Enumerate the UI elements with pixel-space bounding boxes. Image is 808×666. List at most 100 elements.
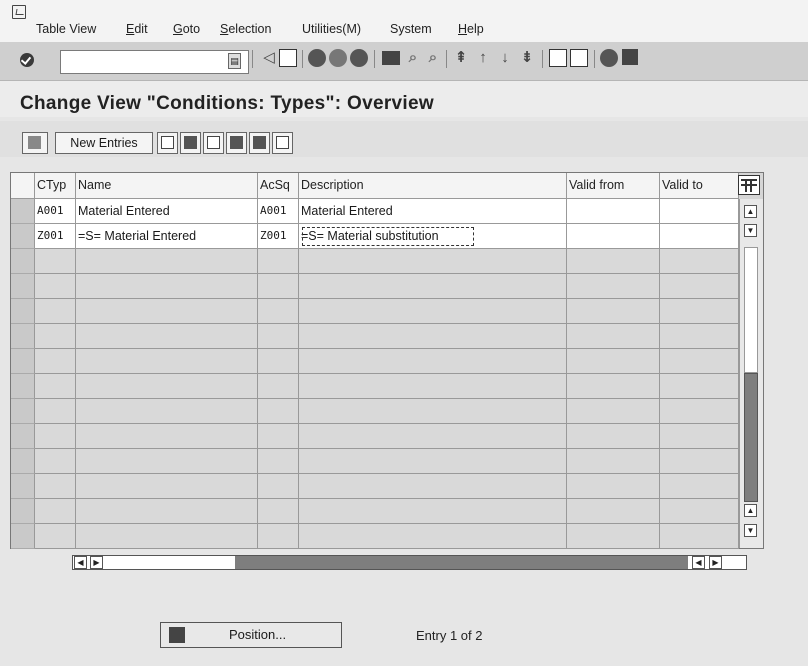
find-icon[interactable]: ⌕ [404, 49, 422, 67]
scroll-up-icon[interactable]: ▲ [744, 205, 757, 218]
empty-table-cell [567, 424, 660, 449]
table-cell-valid-to[interactable] [660, 224, 739, 249]
find-next-icon[interactable]: ⌕ [424, 49, 442, 67]
collapse-icon[interactable]: ◁ [260, 49, 278, 67]
row-selector[interactable] [11, 449, 35, 474]
vertical-scrollbar[interactable]: ▲ ▼ ▲ ▼ [739, 199, 763, 548]
table-cell-valid-from[interactable] [567, 199, 660, 224]
vertical-scroll-thumb[interactable] [744, 373, 758, 502]
back-icon[interactable] [308, 49, 326, 67]
scroll-track-upper[interactable] [744, 247, 758, 373]
new-entries-button[interactable]: New Entries [55, 132, 153, 154]
command-history-icon[interactable]: ▤ [228, 53, 241, 69]
empty-table-cell [660, 249, 739, 274]
select-all-button[interactable] [226, 132, 247, 154]
row-selector[interactable] [11, 424, 35, 449]
deselect-all-button[interactable] [272, 132, 293, 154]
table-settings-icon[interactable] [738, 175, 760, 195]
display-change-button[interactable] [22, 132, 48, 154]
undo-change-button[interactable] [203, 132, 224, 154]
empty-table-cell [567, 299, 660, 324]
empty-table-cell [35, 499, 76, 524]
menu-utilities[interactable]: Utilities(M) [302, 22, 361, 36]
empty-table-cell [258, 474, 299, 499]
table-cell-name[interactable]: =S= Material Entered [76, 224, 258, 249]
deselect-all-icon [276, 136, 289, 149]
empty-table-cell [567, 449, 660, 474]
first-page-icon[interactable]: ⇞ [452, 49, 470, 67]
exit-icon[interactable] [329, 49, 347, 67]
row-selector[interactable] [11, 474, 35, 499]
select-block-button[interactable] [249, 132, 270, 154]
create-session-icon[interactable] [549, 49, 567, 67]
table-cell-acsq[interactable]: Z001 [258, 224, 299, 249]
menu-system[interactable]: System [390, 22, 432, 36]
select-all-icon [230, 136, 243, 149]
next-page-icon[interactable]: ↓ [496, 49, 514, 67]
menu-help[interactable]: Help [458, 22, 484, 36]
copy-as-button[interactable] [157, 132, 178, 154]
row-selector[interactable] [11, 324, 35, 349]
previous-page-icon[interactable]: ↑ [474, 49, 492, 67]
command-field[interactable] [60, 50, 249, 74]
menu-edit[interactable]: Edit [126, 22, 148, 36]
row-selector[interactable] [11, 349, 35, 374]
empty-table-cell [35, 349, 76, 374]
separator [446, 50, 447, 68]
print-icon[interactable] [382, 51, 400, 65]
row-selector[interactable] [11, 224, 35, 249]
table-cell-valid-from[interactable] [567, 224, 660, 249]
delete-button[interactable] [180, 132, 201, 154]
column-header-description[interactable]: Description [299, 173, 567, 199]
column-header-valid-to[interactable]: Valid to [660, 173, 739, 199]
scroll-left-icon[interactable]: ◀ [692, 556, 705, 569]
position-button[interactable]: Position... [160, 622, 342, 648]
menu-table-view[interactable]: Table View [36, 22, 96, 36]
row-selector[interactable] [11, 274, 35, 299]
row-selector[interactable] [11, 499, 35, 524]
scroll-down-icon[interactable]: ▼ [744, 524, 757, 537]
table-cell-valid-to[interactable] [660, 199, 739, 224]
table-cell-description[interactable]: =S= Material substitution [299, 224, 567, 249]
row-selector[interactable] [11, 374, 35, 399]
table-cell-ctyp[interactable]: A001 [35, 199, 76, 224]
help-icon[interactable] [600, 49, 618, 67]
enter-icon[interactable] [20, 53, 34, 67]
column-header-acsq[interactable]: AcSq [258, 173, 299, 199]
row-selector[interactable] [11, 524, 35, 549]
empty-table-cell [35, 299, 76, 324]
horizontal-scroll-thumb[interactable] [235, 556, 688, 569]
scroll-right-icon[interactable]: ▶ [709, 556, 722, 569]
menu-selection[interactable]: Selection [220, 22, 271, 36]
empty-table-cell [76, 474, 258, 499]
cancel-icon[interactable] [350, 49, 368, 67]
menu-goto[interactable]: Goto [173, 22, 200, 36]
scroll-left-icon[interactable]: ◀ [74, 556, 87, 569]
layout-menu-icon[interactable] [622, 49, 638, 65]
save-icon[interactable] [279, 49, 297, 67]
empty-table-cell [35, 324, 76, 349]
select-all-corner[interactable] [11, 173, 35, 199]
table-cell-ctyp[interactable]: Z001 [35, 224, 76, 249]
table-cell-acsq[interactable]: A001 [258, 199, 299, 224]
row-selector[interactable] [11, 399, 35, 424]
empty-table-cell [76, 374, 258, 399]
empty-table-cell [35, 524, 76, 549]
row-selector[interactable] [11, 299, 35, 324]
column-header-name[interactable]: Name [76, 173, 258, 199]
column-header-ctyp[interactable]: CTyp [35, 173, 76, 199]
row-selector[interactable] [11, 249, 35, 274]
app-menu-icon[interactable] [12, 5, 26, 19]
scroll-down-page-icon[interactable]: ▼ [744, 224, 757, 237]
row-selector[interactable] [11, 199, 35, 224]
scroll-right-icon[interactable]: ▶ [90, 556, 103, 569]
table-cell-name[interactable]: Material Entered [76, 199, 258, 224]
create-shortcut-icon[interactable] [570, 49, 588, 67]
column-header-valid-from[interactable]: Valid from [567, 173, 660, 199]
last-page-icon[interactable]: ⇟ [518, 49, 536, 67]
empty-table-cell [35, 474, 76, 499]
empty-table-cell [567, 499, 660, 524]
table-cell-description[interactable]: Material Entered [299, 199, 567, 224]
scroll-up-page-icon[interactable]: ▲ [744, 504, 757, 517]
empty-table-cell [299, 274, 567, 299]
